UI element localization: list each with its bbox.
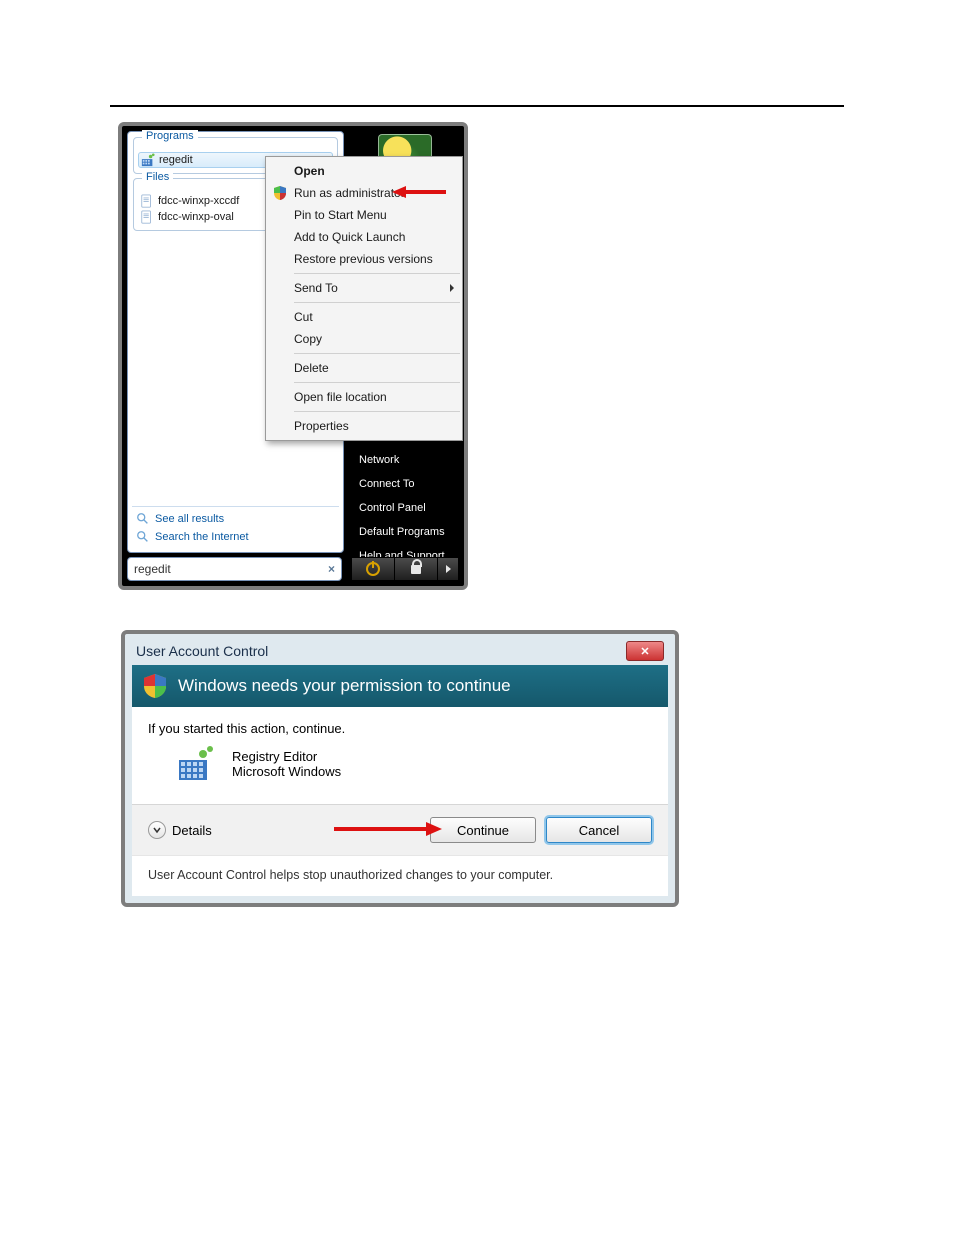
annotation-arrow-icon [392,185,448,199]
right-link-connect-to[interactable]: Connect To [351,472,459,496]
uac-banner: Windows needs your permission to continu… [132,665,668,707]
right-link-control-panel[interactable]: Control Panel [351,496,459,520]
files-legend: Files [142,171,173,183]
menu-item-open-location[interactable]: Open file location [266,386,462,408]
uac-body: If you started this action, continue. Re… [132,707,668,804]
menu-separator [294,382,460,383]
uac-publisher: Microsoft Windows [232,764,341,779]
details-toggle[interactable]: Details [148,821,212,839]
results-footer: See all results Search the Internet [128,499,343,552]
document-icon [140,194,154,208]
file-result-label: fdcc-winxp-xccdf [158,195,239,207]
lock-button[interactable] [395,557,438,581]
regedit-icon [141,153,155,167]
chevron-down-icon [148,821,166,839]
uac-dialog: User Account Control ✕ Windows needs you… [121,630,679,907]
search-internet-link[interactable]: Search the Internet [132,528,339,546]
search-internet-label: Search the Internet [155,531,249,543]
menu-separator [294,353,460,354]
start-menu-window: Programs regedit Files fdcc-winxp-xccdf [118,122,468,590]
program-result-label: regedit [159,154,193,166]
uac-actions: Details Continue Cancel [132,804,668,855]
menu-separator [294,302,460,303]
search-input-value: regedit [134,562,328,576]
uac-banner-text: Windows needs your permission to continu… [178,676,511,696]
menu-separator [294,273,460,274]
power-button[interactable] [351,557,395,581]
menu-item-quick-launch[interactable]: Add to Quick Launch [266,226,462,248]
clear-search-icon[interactable]: × [328,562,335,576]
uac-program-info: Registry Editor Microsoft Windows [178,746,652,782]
search-icon [136,530,150,544]
menu-item-delete[interactable]: Delete [266,357,462,379]
shield-icon [272,185,288,201]
document-icon [140,210,154,224]
annotation-arrow-icon [332,821,442,837]
uac-prompt: If you started this action, continue. [148,721,652,736]
uac-titlebar: User Account Control ✕ [132,641,668,665]
search-icon [136,512,150,526]
continue-button[interactable]: Continue [430,817,536,843]
right-link-default-programs[interactable]: Default Programs [351,520,459,544]
see-all-results-label: See all results [155,513,224,525]
menu-item-open[interactable]: Open [266,160,462,182]
shutdown-bar [351,557,459,581]
details-label: Details [172,823,212,838]
file-result-label: fdcc-winxp-oval [158,211,234,223]
see-all-results-link[interactable]: See all results [132,510,339,528]
menu-item-restore[interactable]: Restore previous versions [266,248,462,270]
menu-separator [294,411,460,412]
programs-legend: Programs [142,130,198,142]
chevron-right-icon [446,565,451,573]
right-link-network[interactable]: Network [351,448,459,472]
close-button[interactable]: ✕ [626,641,664,661]
menu-item-cut[interactable]: Cut [266,306,462,328]
shutdown-options-button[interactable] [438,557,459,581]
start-menu-search-input[interactable]: regedit × [127,557,342,581]
cancel-button[interactable]: Cancel [546,817,652,843]
power-icon [366,562,380,576]
uac-program-name: Registry Editor [232,749,341,764]
uac-footer-text: User Account Control helps stop unauthor… [132,855,668,896]
menu-item-send-to-label: Send To [294,281,338,295]
lock-icon [411,565,421,574]
menu-item-properties[interactable]: Properties [266,415,462,437]
menu-item-run-as-admin-label: Run as administrator [294,186,405,200]
submenu-arrow-icon [450,284,454,292]
menu-item-copy[interactable]: Copy [266,328,462,350]
shield-icon [142,673,168,699]
uac-title-text: User Account Control [136,643,268,659]
menu-item-send-to[interactable]: Send To [266,277,462,299]
menu-item-pin[interactable]: Pin to Start Menu [266,204,462,226]
close-icon: ✕ [640,645,649,658]
regedit-icon [178,746,214,782]
uac-program-text: Registry Editor Microsoft Windows [232,749,341,779]
page-rule-top [110,105,844,107]
